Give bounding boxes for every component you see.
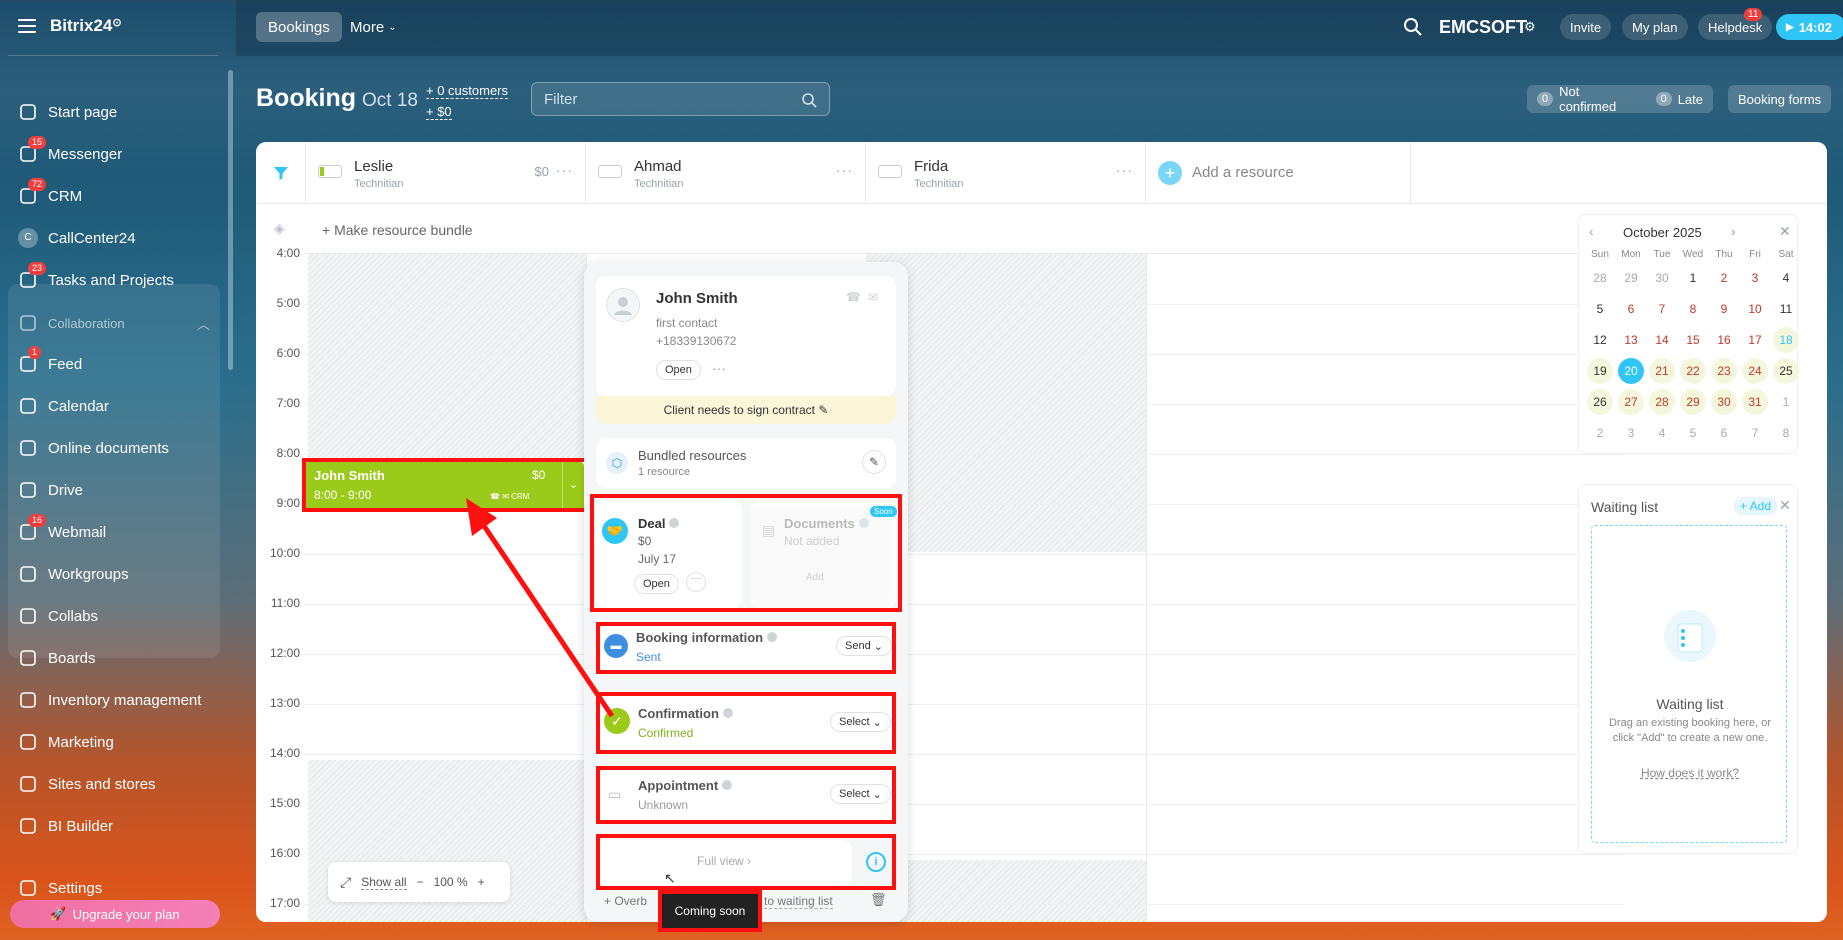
annotation-arrow — [466, 498, 615, 718]
